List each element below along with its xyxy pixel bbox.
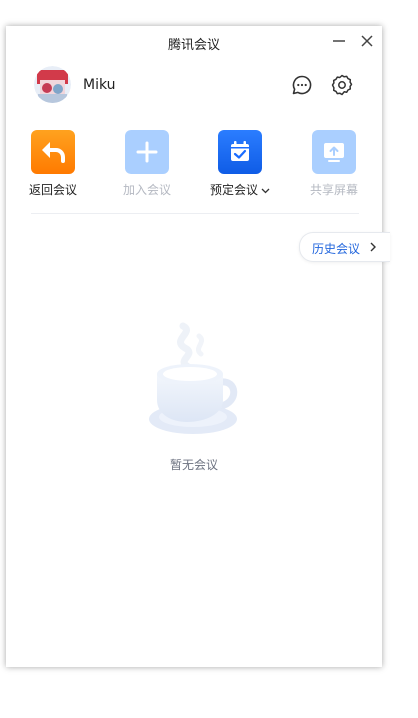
close-icon [361,35,373,47]
empty-cup-illustration [141,322,246,447]
user-name[interactable]: Miku [83,77,116,93]
window-title: 腾讯会议 [167,38,220,53]
avatar[interactable] [34,66,71,103]
minimize-button[interactable] [328,30,350,52]
minimize-icon [333,40,345,42]
calendar-check-icon [231,141,249,161]
history-meetings-label: 历史会议 [312,242,361,256]
avatar-image [34,66,71,103]
history-meetings-button[interactable]: 历史会议 [299,232,390,262]
join-meeting-button[interactable]: 加入会议 [108,130,186,198]
divider [31,213,359,214]
schedule-meeting-tile [218,130,262,174]
schedule-meeting-text: 预定会议 [209,183,258,197]
plus-icon [136,141,158,163]
meeting-window: 腾讯会议 Miku 返回会议 加入会议 预定会议 共享屏幕 历史会议 暂无会议 [6,26,390,667]
schedule-meeting-label: 预定会议 [201,181,279,198]
back-arrow-icon [42,142,65,163]
join-meeting-label: 加入会议 [122,183,171,197]
return-meeting-label: 返回会议 [28,183,77,197]
chevron-down-icon[interactable] [261,188,270,194]
share-screen-button[interactable]: 共享屏幕 [295,130,373,198]
join-meeting-tile [125,130,169,174]
return-meeting-button[interactable]: 返回会议 [14,130,92,198]
message-button[interactable] [290,73,314,97]
schedule-meeting-button[interactable]: 预定会议 [201,130,279,198]
share-screen-label: 共享屏幕 [309,183,358,197]
chevron-right-icon [370,242,376,252]
empty-state-text: 暂无会议 [169,458,218,472]
title-bar: 腾讯会议 [6,26,382,58]
gear-icon [331,74,353,96]
chat-bubble-icon [292,75,312,95]
close-button[interactable] [356,30,378,52]
coffee-cup-icon [149,322,238,434]
share-screen-icon [324,143,344,162]
return-meeting-tile [31,130,75,174]
settings-button[interactable] [330,73,354,97]
share-screen-tile [312,130,356,174]
